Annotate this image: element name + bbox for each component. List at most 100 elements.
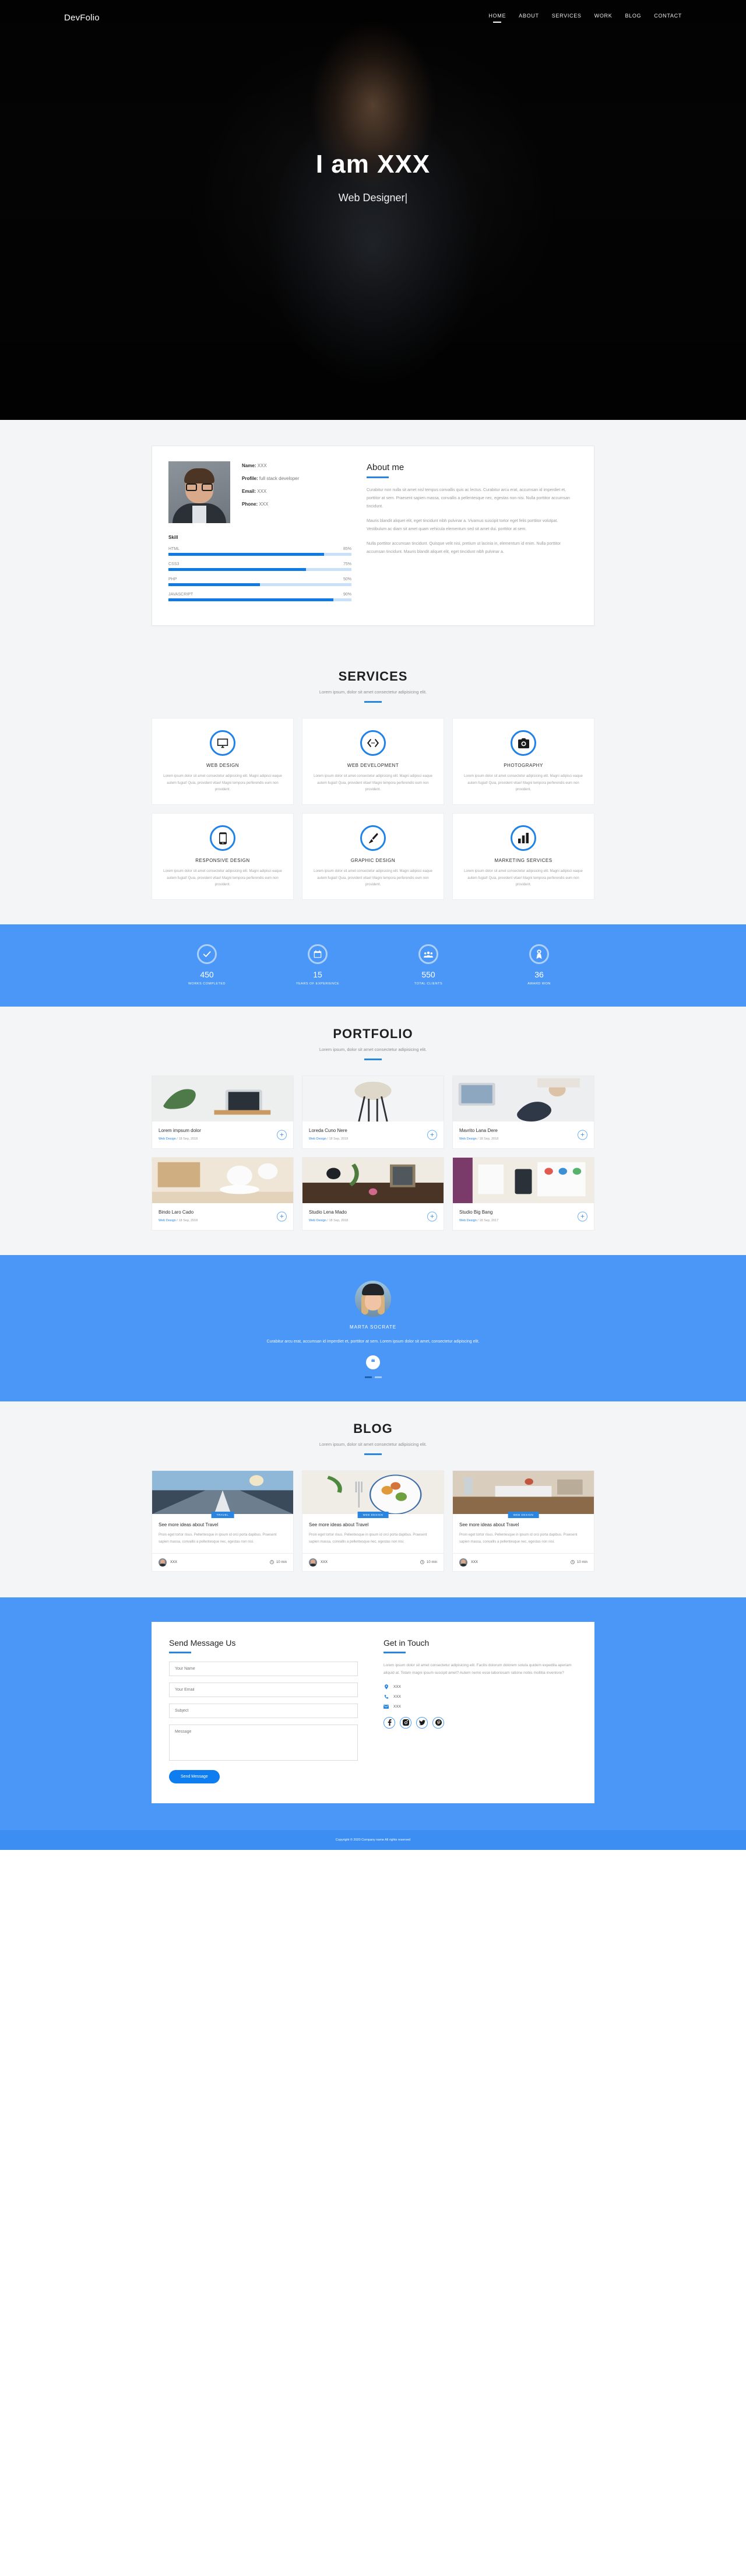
stat-years-experience: 15 YEARS OF EXPERIENCE	[262, 944, 373, 986]
message-textarea[interactable]	[169, 1724, 358, 1761]
portfolio-expand-icon[interactable]: +	[578, 1211, 587, 1222]
nav-item-work[interactable]: WORK	[594, 13, 613, 23]
contact-detail-value: XXX	[393, 1684, 402, 1689]
profile-avatar	[168, 461, 230, 523]
portfolio-item-title: Studio Lena Mado	[309, 1210, 347, 1215]
portfolio-item-title: Mavrito Lana Dere	[459, 1128, 498, 1134]
blog-category-badge[interactable]: WEB DESIGN	[357, 1512, 389, 1519]
blog-post-card[interactable]: TRAVEL See more ideas about Travel Proin…	[152, 1470, 294, 1572]
skill-bar-fill	[168, 553, 324, 556]
portfolio-item[interactable]: Studio Big Bang Web Design / 18 Sep, 201…	[452, 1157, 594, 1231]
contact-detail-email: XXX	[383, 1705, 577, 1709]
service-text: Lorem ipsum dolor sit amet consectetur a…	[163, 774, 282, 792]
portfolio-item[interactable]: Bindo Laro Cado Web Design / 18 Sep, 201…	[152, 1157, 294, 1231]
services-header: SERVICES Lorem ipsum, dolor sit amet con…	[0, 669, 746, 703]
page-footer: Copyright © 2020 Company name All rights…	[0, 1830, 746, 1850]
service-text: Lorem ipsum dolor sit amet consectetur a…	[314, 870, 432, 887]
stat-label: YEARS OF EXPERIENCE	[295, 982, 340, 986]
blog-footer: XXX 10 min	[453, 1552, 594, 1571]
nav-links: HOME ABOUT SERVICES WORK BLOG CONTACT	[488, 13, 682, 23]
contact-detail-phone: XXX	[383, 1694, 577, 1699]
skill-percent: 85%	[343, 547, 351, 551]
service-card-responsive-design[interactable]: RESPONSIVE DESIGN Lorem ipsum dolor sit …	[152, 813, 294, 900]
skill-bar-track	[168, 598, 351, 601]
blog-author-name: XXX	[170, 1560, 178, 1564]
service-card-graphic-design[interactable]: GRAPHIC DESIGN Lorem ipsum dolor sit ame…	[302, 813, 444, 900]
portfolio-item[interactable]: Loreda Cuno Nere Web Design / 18 Sep, 20…	[302, 1075, 444, 1149]
hero-title: I am XXX	[315, 150, 431, 178]
send-message-button[interactable]: Send Message	[169, 1769, 220, 1783]
camera-icon	[511, 730, 536, 756]
quote-icon: ❝	[366, 1355, 380, 1370]
code-icon	[360, 730, 386, 756]
blog-post-card[interactable]: WEB DESIGN See more ideas about Travel P…	[452, 1470, 594, 1572]
nav-item-blog[interactable]: BLOG	[625, 13, 641, 23]
nav-item-home[interactable]: HOME	[488, 13, 506, 23]
blog-post-card[interactable]: WEB DESIGN See more ideas about Travel P…	[302, 1470, 444, 1572]
portfolio-expand-icon[interactable]: +	[427, 1130, 437, 1140]
blog-thumbnail: WEB DESIGN	[302, 1471, 444, 1519]
site-logo[interactable]: DevFolio	[64, 13, 100, 23]
pinterest-icon[interactable]	[432, 1716, 444, 1729]
facebook-icon[interactable]	[383, 1716, 395, 1729]
blog-category-badge[interactable]: WEB DESIGN	[508, 1512, 539, 1519]
contact-form-column: Send Message Us Send Message	[169, 1638, 373, 1783]
heading-underline	[367, 476, 389, 478]
skill-percent: 90%	[343, 593, 351, 597]
service-card-marketing-services[interactable]: MARKETING SERVICES Lorem ipsum dolor sit…	[452, 813, 594, 900]
nav-item-contact[interactable]: CONTACT	[654, 13, 682, 23]
portfolio-item-meta: Web Design / 18 Sep, 2018	[459, 1137, 499, 1141]
twitter-icon[interactable]	[416, 1716, 428, 1729]
blog-body: See more ideas about Travel Proin eget t…	[152, 1514, 293, 1552]
instagram-icon[interactable]	[400, 1716, 411, 1729]
contact-detail-value: XXX	[393, 1704, 402, 1709]
pagination-dot-active[interactable]	[364, 1376, 372, 1379]
nav-item-services[interactable]: SERVICES	[552, 13, 582, 23]
subject-input[interactable]	[169, 1703, 358, 1718]
map-pin-icon	[383, 1684, 389, 1690]
heading-underline	[383, 1651, 406, 1653]
blog-post-title: See more ideas about Travel	[159, 1522, 219, 1528]
portfolio-expand-icon[interactable]: +	[277, 1130, 287, 1140]
service-card-web-development[interactable]: WEB DEVELOPMENT Lorem ipsum dolor sit am…	[302, 718, 444, 805]
service-card-photography[interactable]: PHOTOGRAPHY Lorem ipsum dolor sit amet c…	[452, 718, 594, 805]
service-name: RESPONSIVE DESIGN	[195, 858, 250, 864]
get-in-touch-heading: Get in Touch	[383, 1638, 430, 1648]
check-circle-icon	[197, 944, 217, 965]
nav-item-about[interactable]: ABOUT	[519, 13, 539, 23]
skill-heading: Skill	[168, 535, 178, 540]
about-paragraph: Mauris blandit aliquet elit, eget tincid…	[367, 519, 558, 531]
portfolio-item-title: Lorem impsum dolor	[159, 1128, 201, 1134]
skill-label: HTML	[168, 547, 180, 551]
blog-author: XXX	[159, 1558, 177, 1566]
blog-category-badge[interactable]: TRAVEL	[211, 1512, 234, 1519]
avatar	[459, 1558, 467, 1566]
skill-php: PHP 50%	[168, 577, 351, 586]
contact-detail-address: XXX	[383, 1684, 577, 1690]
stat-works-completed: 450 WORKS COMPLETED	[152, 944, 262, 986]
portfolio-expand-icon[interactable]: +	[427, 1211, 437, 1222]
portfolio-item-title: Bindo Laro Cado	[159, 1210, 194, 1215]
info-row-email: Email: XXX	[242, 489, 267, 494]
service-card-web-design[interactable]: WEB DESIGN Lorem ipsum dolor sit amet co…	[152, 718, 294, 805]
service-text: Lorem ipsum dolor sit amet consectetur a…	[314, 774, 432, 792]
testimonial-pagination[interactable]	[0, 1376, 746, 1379]
mail-icon	[383, 1704, 389, 1709]
service-text: Lorem ipsum dolor sit amet consectetur a…	[163, 870, 282, 887]
name-input[interactable]	[169, 1661, 358, 1676]
portfolio-item[interactable]: Mavrito Lana Dere Web Design / 18 Sep, 2…	[452, 1075, 594, 1149]
skill-bar-fill	[168, 568, 306, 571]
portfolio-expand-icon[interactable]: +	[277, 1211, 287, 1222]
mobile-icon	[210, 825, 235, 851]
skill-javascript: JAVASCRIPT 90%	[168, 593, 351, 601]
services-subtitle: Lorem ipsum, dolor sit amet consectetur …	[319, 689, 427, 695]
portfolio-thumbnail	[453, 1076, 594, 1122]
portfolio-item[interactable]: Lorem impsum dolor Web Design / 18 Sep, …	[152, 1075, 294, 1149]
email-input[interactable]	[169, 1682, 358, 1697]
testimonial-section: MARTA SOCRATE Curabitur arcu erat, accum…	[0, 1255, 746, 1402]
info-row-name: Name: XXX	[242, 463, 267, 468]
portfolio-expand-icon[interactable]: +	[578, 1130, 587, 1140]
section-underline	[364, 1453, 382, 1456]
portfolio-item[interactable]: Studio Lena Mado Web Design / 18 Sep, 20…	[302, 1157, 444, 1231]
pagination-dot[interactable]	[374, 1376, 382, 1379]
